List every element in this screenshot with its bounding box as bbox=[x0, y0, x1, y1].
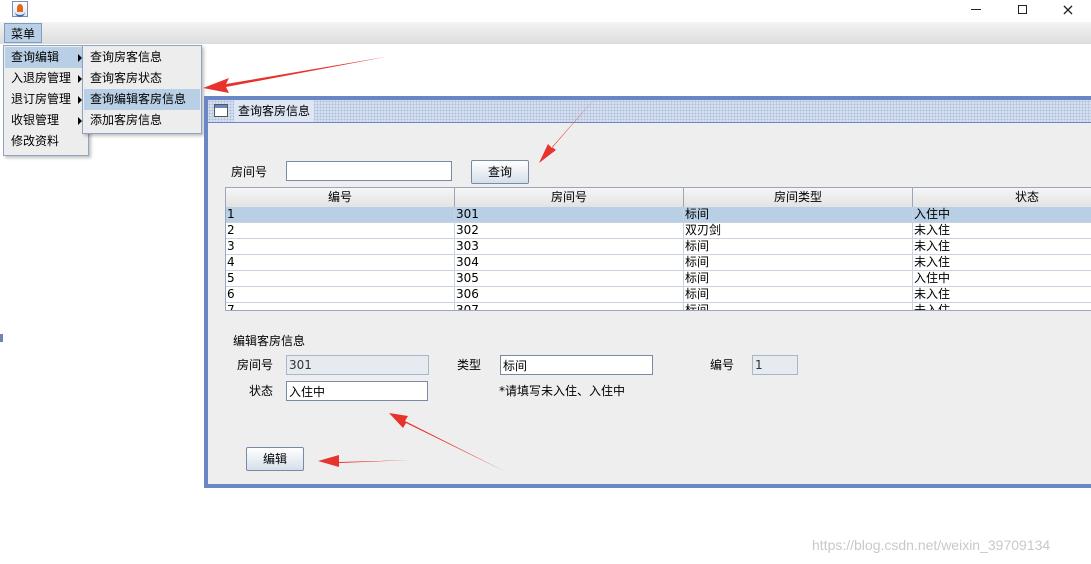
main-menu-popup: 查询编辑 入退房管理 退订房管理 收银管理 修改资料 bbox=[3, 45, 89, 156]
close-icon: × bbox=[1061, 0, 1075, 19]
menu-item-query-edit[interactable]: 查询编辑 bbox=[5, 47, 87, 68]
edit-button[interactable]: 编辑 bbox=[246, 447, 304, 471]
edit-room-field bbox=[286, 355, 429, 375]
table-cell: 2 bbox=[226, 223, 455, 239]
table-cell: 302 bbox=[455, 223, 684, 239]
maximize-icon bbox=[1017, 4, 1027, 14]
table-cell: 标间 bbox=[684, 303, 913, 310]
room-table[interactable]: 编号 房间号 房间类型 状态 1 301 标间 入住中 2 302 双刃剑 未入住 3 303 标间… bbox=[225, 187, 1091, 311]
table-cell: 未入住 bbox=[913, 303, 1091, 310]
table-row[interactable]: 2 302 双刃剑 未入住 bbox=[226, 223, 1091, 239]
table-cell: 未入住 bbox=[913, 239, 1091, 255]
submenu-item-add-room[interactable]: 添加客房信息 bbox=[84, 110, 200, 131]
table-cell: 3 bbox=[226, 239, 455, 255]
table-cell: 标间 bbox=[684, 271, 913, 287]
edit-type-label: 类型 bbox=[457, 358, 482, 372]
table-cell: 301 bbox=[455, 207, 684, 223]
table-row[interactable]: 7 307 标间 未入住 bbox=[226, 303, 1091, 310]
window-title-bar: × bbox=[0, 0, 1091, 22]
table-cell: 未入住 bbox=[913, 223, 1091, 239]
frame-content: 房间号 查询 编号 房间号 房间类型 状态 1 301 标间 入住中 2 302 双刃剑 未入… bbox=[208, 123, 1091, 484]
menu-item-label: 修改资料 bbox=[11, 134, 60, 148]
table-cell: 306 bbox=[455, 287, 684, 303]
submenu-popup: 查询房客信息 查询客房状态 查询编辑客房信息 添加客房信息 bbox=[82, 45, 202, 134]
table-row[interactable]: 3 303 标间 未入住 bbox=[226, 239, 1091, 255]
frame-window-icon bbox=[214, 104, 228, 117]
table-cell: 6 bbox=[226, 287, 455, 303]
column-header-type[interactable]: 房间类型 bbox=[684, 188, 913, 207]
menu-item-edit-profile[interactable]: 修改资料 bbox=[5, 131, 87, 152]
frame-title-bar[interactable]: 查询客房信息 bbox=[208, 100, 1091, 122]
table-cell: 1 bbox=[226, 207, 455, 223]
frame-title: 查询客房信息 bbox=[234, 100, 315, 122]
table-cell: 未入住 bbox=[913, 287, 1091, 303]
watermark-text: https://blog.csdn.net/weixin_39709134 bbox=[812, 537, 1051, 553]
search-room-input[interactable] bbox=[286, 161, 452, 181]
table-cell: 304 bbox=[455, 255, 684, 271]
table-cell: 7 bbox=[226, 303, 455, 310]
edit-section-label: 编辑客房信息 bbox=[233, 334, 306, 348]
table-cell: 双刃剑 bbox=[684, 223, 913, 239]
menu-item-label: 退订房管理 bbox=[11, 92, 72, 106]
menu-root[interactable]: 菜单 bbox=[4, 23, 43, 43]
table-cell: 305 bbox=[455, 271, 684, 287]
menu-item-label: 查询编辑 bbox=[11, 50, 60, 64]
column-header-id[interactable]: 编号 bbox=[226, 188, 455, 207]
column-header-status[interactable]: 状态 bbox=[913, 188, 1091, 207]
minimize-button[interactable] bbox=[953, 0, 999, 18]
table-cell: 标间 bbox=[684, 239, 913, 255]
submenu-item-query-edit-room[interactable]: 查询编辑客房信息 bbox=[84, 89, 200, 110]
search-room-label: 房间号 bbox=[231, 165, 268, 179]
table-cell: 4 bbox=[226, 255, 455, 271]
menu-item-cashier[interactable]: 收银管理 bbox=[5, 110, 87, 131]
menu-item-label: 收银管理 bbox=[11, 113, 60, 127]
submenu-item-room-status[interactable]: 查询客房状态 bbox=[84, 68, 200, 89]
table-cell: 入住中 bbox=[913, 271, 1091, 287]
submenu-item-query-guest[interactable]: 查询房客信息 bbox=[84, 47, 200, 68]
table-cell: 未入住 bbox=[913, 255, 1091, 271]
table-row[interactable]: 6 306 标间 未入住 bbox=[226, 287, 1091, 303]
minimize-icon bbox=[971, 8, 981, 10]
edit-id-label: 编号 bbox=[710, 358, 735, 372]
close-button[interactable]: × bbox=[1045, 0, 1091, 19]
table-cell: 标间 bbox=[684, 287, 913, 303]
edit-id-field bbox=[752, 355, 798, 375]
table-cell: 303 bbox=[455, 239, 684, 255]
edit-status-field[interactable] bbox=[286, 381, 428, 401]
java-cup-icon bbox=[12, 1, 28, 17]
table-cell: 307 bbox=[455, 303, 684, 310]
resize-marker bbox=[0, 334, 3, 342]
column-header-room[interactable]: 房间号 bbox=[455, 188, 684, 207]
edit-type-field[interactable] bbox=[500, 355, 653, 375]
menu-item-label: 入退房管理 bbox=[11, 71, 72, 85]
table-cell: 入住中 bbox=[913, 207, 1091, 223]
status-hint: *请填写未入住、入住中 bbox=[499, 384, 626, 398]
table-header: 编号 房间号 房间类型 状态 bbox=[226, 188, 1091, 208]
table-cell: 标间 bbox=[684, 255, 913, 271]
menu-item-booking[interactable]: 退订房管理 bbox=[5, 89, 87, 110]
query-button[interactable]: 查询 bbox=[471, 160, 529, 184]
table-row[interactable]: 5 305 标间 入住中 bbox=[226, 271, 1091, 287]
room-info-frame: 查询客房信息 房间号 查询 编号 房间号 房间类型 状态 1 301 标间 入住中 2 3… bbox=[204, 96, 1091, 488]
edit-room-label: 房间号 bbox=[237, 358, 274, 372]
menu-item-checkin-checkout[interactable]: 入退房管理 bbox=[5, 68, 87, 89]
maximize-button[interactable] bbox=[999, 0, 1045, 18]
table-row[interactable]: 1 301 标间 入住中 bbox=[226, 207, 1091, 223]
edit-status-label: 状态 bbox=[249, 384, 274, 398]
table-cell: 标间 bbox=[684, 207, 913, 223]
table-cell: 5 bbox=[226, 271, 455, 287]
table-row[interactable]: 4 304 标间 未入住 bbox=[226, 255, 1091, 271]
menu-bar: 菜单 bbox=[0, 22, 1091, 45]
